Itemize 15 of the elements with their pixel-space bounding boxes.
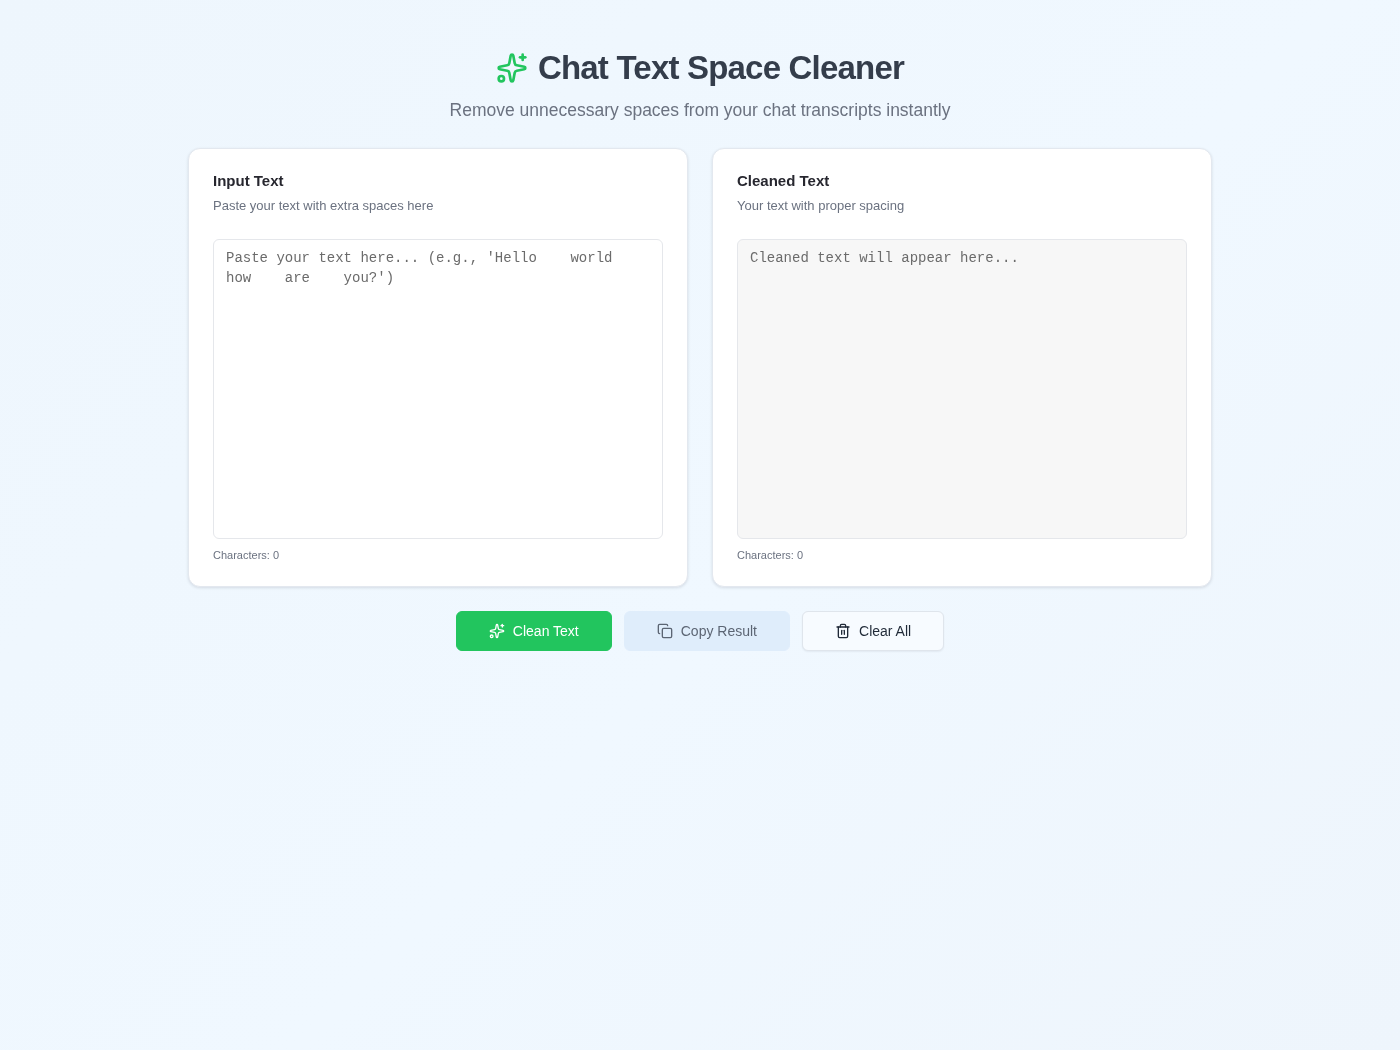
page-title: Chat Text Space Cleaner <box>537 48 905 88</box>
panel-title: Cleaned Text <box>737 171 831 191</box>
sparkles-icon <box>495 52 528 84</box>
character-count: Characters: 0 <box>213 548 281 562</box>
panel-description: Paste your text with extra spaces here <box>213 197 435 215</box>
input-field[interactable]: Paste your text here... (e.g., 'Hello world how are you?') <box>213 239 663 539</box>
output-field[interactable]: Cleaned text will appear here... <box>737 239 1187 539</box>
clear-button[interactable]: Clear All <box>802 611 945 651</box>
panel-title: Input Text <box>213 171 285 191</box>
sparkles-icon <box>488 623 505 639</box>
character-count: Characters: 0 <box>737 548 805 562</box>
panel-description: Your text with proper spacing <box>737 197 906 215</box>
page-subtitle: Remove unnecessary spaces from your chat transcripts instantly <box>449 99 951 122</box>
copy-icon <box>656 623 673 639</box>
trash-icon <box>835 623 851 639</box>
